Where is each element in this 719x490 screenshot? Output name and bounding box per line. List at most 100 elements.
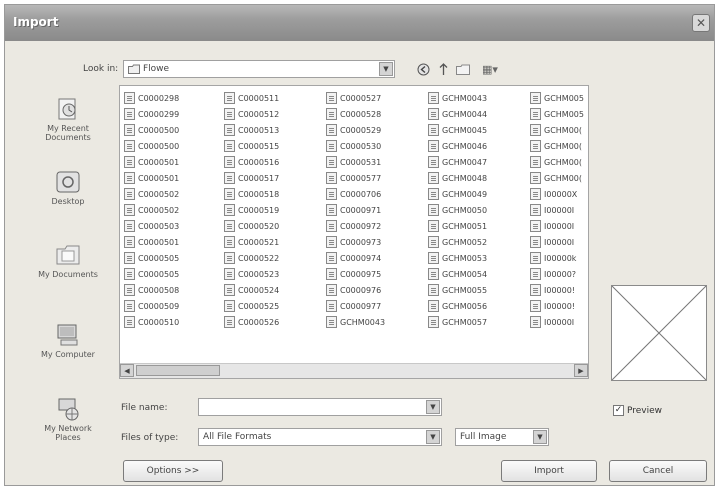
place-my-documents[interactable]: My Documents [35, 243, 101, 279]
file-item[interactable]: C0000501 [124, 170, 224, 186]
up-folder-icon[interactable] [435, 61, 451, 77]
file-item[interactable]: C0000524 [224, 282, 324, 298]
file-item[interactable]: GCHM0055 [428, 282, 528, 298]
file-item[interactable]: C0000511 [224, 90, 324, 106]
chevron-down-icon[interactable]: ▼ [426, 400, 440, 414]
file-item[interactable]: I00000X [530, 186, 588, 202]
place-my-computer[interactable]: My Computer [35, 323, 101, 359]
file-item[interactable]: GCHM00( [530, 122, 588, 138]
close-button[interactable]: ✕ [692, 14, 710, 32]
file-item[interactable]: C0000505 [124, 266, 224, 282]
scroll-left-icon[interactable]: ◀ [120, 364, 134, 377]
file-item[interactable]: I00000! [530, 298, 588, 314]
file-item[interactable]: C0000577 [326, 170, 426, 186]
file-item[interactable]: C0000502 [124, 186, 224, 202]
file-item[interactable]: C0000516 [224, 154, 324, 170]
file-item[interactable]: C0000529 [326, 122, 426, 138]
cancel-button[interactable]: Cancel [609, 460, 707, 482]
file-item[interactable]: C0000500 [124, 122, 224, 138]
import-button[interactable]: Import [501, 460, 597, 482]
file-item[interactable]: GCHM0056 [428, 298, 528, 314]
file-item[interactable]: C0000500 [124, 138, 224, 154]
file-item[interactable]: C0000505 [124, 250, 224, 266]
file-item[interactable]: GCHM0049 [428, 186, 528, 202]
file-item[interactable]: C0000520 [224, 218, 324, 234]
look-in-select[interactable]: Flowe ▼ [123, 60, 395, 78]
scrollbar-thumb[interactable] [136, 365, 220, 376]
file-item[interactable]: I00000I [530, 218, 588, 234]
place-recent-documents[interactable]: My Recent Documents [35, 97, 101, 142]
file-item[interactable]: C0000502 [124, 202, 224, 218]
image-size-select[interactable]: Full Image ▼ [455, 428, 549, 446]
file-item[interactable]: C0000518 [224, 186, 324, 202]
file-item[interactable]: C0000530 [326, 138, 426, 154]
file-item[interactable]: GCHM0050 [428, 202, 528, 218]
file-item[interactable]: C0000503 [124, 218, 224, 234]
file-item[interactable]: GCHM00( [530, 170, 588, 186]
back-icon[interactable] [415, 61, 431, 77]
file-item[interactable]: C0000531 [326, 154, 426, 170]
file-item[interactable]: C0000977 [326, 298, 426, 314]
file-item[interactable]: I00000I [530, 202, 588, 218]
new-folder-icon[interactable] [455, 61, 471, 77]
file-item[interactable]: C0000512 [224, 106, 324, 122]
file-item[interactable]: C0000513 [224, 122, 324, 138]
file-item[interactable]: GCHM0044 [428, 106, 528, 122]
file-item[interactable]: I00000! [530, 282, 588, 298]
file-item[interactable]: C0000298 [124, 90, 224, 106]
file-item[interactable]: C0000523 [224, 266, 324, 282]
file-item[interactable]: GCHM0051 [428, 218, 528, 234]
file-item[interactable]: GCHM00( [530, 138, 588, 154]
file-item[interactable]: GCHM0052 [428, 234, 528, 250]
place-desktop[interactable]: Desktop [35, 170, 101, 206]
file-item[interactable]: C0000510 [124, 314, 224, 330]
file-item[interactable]: C0000525 [224, 298, 324, 314]
file-item[interactable]: GCHM0046 [428, 138, 528, 154]
file-item[interactable]: GCHM0043 [428, 90, 528, 106]
file-item[interactable]: GCHM0048 [428, 170, 528, 186]
file-item[interactable]: GCHM0054 [428, 266, 528, 282]
file-item[interactable]: I00000? [530, 266, 588, 282]
chevron-down-icon[interactable]: ▼ [426, 430, 440, 444]
file-item[interactable]: GCHM0057 [428, 314, 528, 330]
preview-checkbox[interactable]: ✓ [613, 405, 624, 416]
file-item[interactable]: I00000I [530, 234, 588, 250]
file-item[interactable]: C0000974 [326, 250, 426, 266]
file-item[interactable]: C0000517 [224, 170, 324, 186]
file-item[interactable]: C0000508 [124, 282, 224, 298]
place-network-places[interactable]: My Network Places [35, 397, 101, 442]
file-item[interactable]: C0000509 [124, 298, 224, 314]
file-item[interactable]: C0000526 [224, 314, 324, 330]
file-name-input[interactable]: ▼ [198, 398, 442, 416]
file-item[interactable]: C0000528 [326, 106, 426, 122]
file-item[interactable]: C0000527 [326, 90, 426, 106]
file-list[interactable]: C0000298 C0000299 C0000500 C0000500 C0000501… [119, 85, 589, 379]
file-item[interactable]: C0000299 [124, 106, 224, 122]
chevron-down-icon[interactable]: ▼ [379, 62, 393, 76]
file-item[interactable]: GCHM0043 [326, 314, 426, 330]
file-item[interactable]: C0000501 [124, 234, 224, 250]
file-item[interactable]: GCHM00( [530, 154, 588, 170]
file-item[interactable]: GCHM0045 [428, 122, 528, 138]
file-item[interactable]: C0000706 [326, 186, 426, 202]
preview-toggle[interactable]: ✓ Preview [613, 405, 662, 416]
options-button[interactable]: Options >> [123, 460, 223, 482]
file-item[interactable]: C0000521 [224, 234, 324, 250]
file-item[interactable]: C0000973 [326, 234, 426, 250]
file-item[interactable]: C0000972 [326, 218, 426, 234]
files-of-type-select[interactable]: All File Formats ▼ [198, 428, 442, 446]
file-item[interactable]: C0000501 [124, 154, 224, 170]
file-item[interactable]: C0000519 [224, 202, 324, 218]
view-menu-icon[interactable]: ▦▾ [477, 61, 503, 77]
file-item[interactable]: GCHM005 [530, 106, 588, 122]
file-item[interactable]: GCHM005 [530, 90, 588, 106]
file-item[interactable]: C0000971 [326, 202, 426, 218]
file-item[interactable]: C0000522 [224, 250, 324, 266]
file-item[interactable]: C0000975 [326, 266, 426, 282]
file-item[interactable]: C0000976 [326, 282, 426, 298]
file-item[interactable]: GCHM0053 [428, 250, 528, 266]
horizontal-scrollbar[interactable]: ◀ ▶ [120, 363, 588, 378]
file-item[interactable]: I00000k [530, 250, 588, 266]
file-item[interactable]: C0000515 [224, 138, 324, 154]
file-item[interactable]: I00000I [530, 314, 588, 330]
